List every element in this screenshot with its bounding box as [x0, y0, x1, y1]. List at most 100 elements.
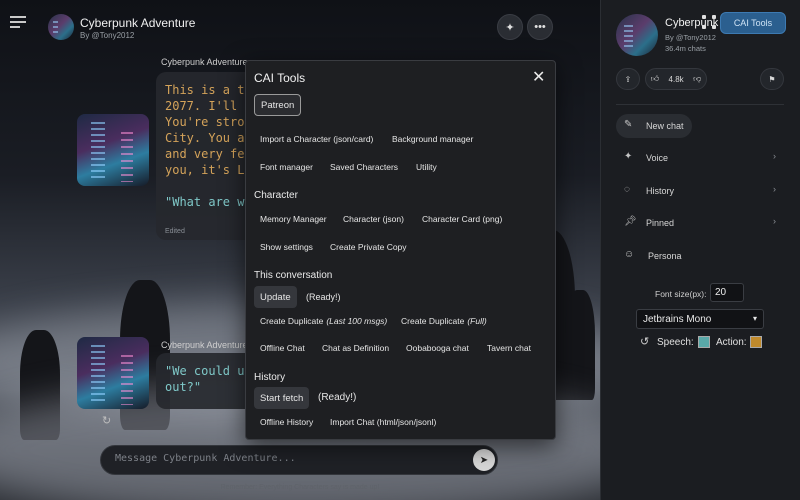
message-avatar[interactable]	[77, 337, 149, 409]
thumbs-down-icon[interactable]: 👎︎	[693, 74, 701, 84]
new-chat-button[interactable]: ✎ New chat	[616, 114, 692, 138]
font-size-input[interactable]	[710, 283, 744, 302]
share-icon: ⇪	[624, 74, 632, 84]
message-line: "What are w	[165, 195, 245, 209]
message-line: you, it's L	[165, 163, 245, 177]
character-title: Cyberpunk Adventure	[80, 16, 196, 30]
message-line: 2077. I'll	[165, 99, 238, 113]
memory-manager-button[interactable]: Memory Manager	[254, 208, 333, 230]
utility-button[interactable]: Utility	[410, 156, 443, 178]
more-options-button[interactable]: •••	[527, 14, 553, 40]
character-avatar[interactable]	[48, 14, 74, 40]
edit-icon: ✎	[624, 119, 633, 130]
reset-colors-icon[interactable]: ↺	[640, 335, 649, 348]
hamburger-menu-icon[interactable]	[10, 16, 26, 30]
history-section-heading: History	[254, 372, 286, 383]
new-chat-label: New chat	[646, 121, 684, 131]
cai-tools-modal: CAI Tools ✕ Patreon Import a Character (…	[245, 60, 556, 440]
modal-title: CAI Tools	[254, 71, 306, 85]
persona-label: Persona	[648, 251, 682, 261]
character-card-button[interactable]: Character Card (png)	[416, 208, 508, 230]
history-menu-item[interactable]: ◌ History ›	[616, 179, 784, 203]
message-line: out?"	[165, 380, 202, 394]
voice-label: Voice	[646, 153, 669, 163]
import-character-button[interactable]: Import a Character (json/card)	[254, 128, 379, 150]
voice-call-button[interactable]: ✦	[497, 14, 523, 40]
speech-color-picker[interactable]	[698, 336, 710, 348]
font-size-label: Font size(px):	[655, 289, 707, 299]
message-line: and very fe	[165, 147, 245, 161]
history-label: History	[646, 186, 675, 196]
phone-sparkle-icon: ✦	[505, 21, 515, 34]
chevron-down-icon: ▾	[752, 314, 757, 323]
like-count: 4.8k	[668, 74, 684, 84]
thumbs-up-icon[interactable]: 👍︎	[651, 74, 659, 84]
background-manager-button[interactable]: Background manager	[386, 128, 479, 150]
close-icon[interactable]: ✕	[532, 67, 545, 87]
font-family-value: Jetbrains Mono	[643, 314, 712, 325]
voice-menu-item[interactable]: ✦ Voice ›	[616, 146, 784, 170]
divider	[616, 104, 784, 105]
message-line: You're stro	[165, 115, 245, 129]
message-composer: ➤	[100, 445, 498, 475]
chevron-right-icon: ›	[773, 184, 776, 194]
panel-character-avatar[interactable]	[616, 14, 658, 56]
message-avatar[interactable]	[77, 114, 149, 186]
pinned-menu-item[interactable]: 📌︎ Pinned ›	[616, 211, 784, 235]
offline-history-button[interactable]: Offline History	[254, 411, 319, 433]
history-icon: ◌	[624, 184, 630, 195]
character-author[interactable]: By @Tony2012	[80, 31, 134, 40]
tavern-chat-button[interactable]: Tavern chat	[481, 337, 537, 359]
message-author-name: Cyberpunk Adventure	[161, 340, 248, 350]
chevron-right-icon: ›	[773, 216, 776, 226]
more-dots-icon: •••	[534, 21, 546, 33]
patreon-button[interactable]: Patreon	[254, 94, 302, 116]
send-button[interactable]: ➤	[473, 449, 495, 471]
like-dislike-group[interactable]: 👍︎ 4.8k 👎︎	[645, 68, 707, 90]
create-duplicate-full-button[interactable]: Create Duplicate (Full)	[395, 310, 493, 332]
start-fetch-button[interactable]: Start fetch	[254, 387, 310, 409]
font-manager-button[interactable]: Font manager	[254, 156, 319, 178]
saved-characters-button[interactable]: Saved Characters	[324, 156, 404, 178]
create-duplicate-label: Create Duplicate	[260, 316, 324, 326]
create-duplicate-label: Create Duplicate	[401, 316, 465, 326]
show-settings-button[interactable]: Show settings	[254, 236, 319, 258]
grid-dots-icon[interactable]	[700, 13, 718, 31]
report-button[interactable]: ⚑	[760, 68, 784, 90]
message-input[interactable]	[115, 453, 455, 464]
update-button[interactable]: Update	[254, 286, 297, 308]
character-json-button[interactable]: Character (json)	[337, 208, 410, 230]
message-line: "We could u	[165, 364, 245, 378]
font-family-select[interactable]: Jetbrains Mono ▾	[636, 309, 764, 329]
chat-count: 36.4m chats	[665, 44, 706, 53]
cai-tools-button[interactable]: CAI Tools	[720, 12, 786, 34]
message-line: City. You a	[165, 131, 245, 145]
chevron-right-icon: ›	[773, 151, 776, 161]
create-private-copy-button[interactable]: Create Private Copy	[324, 236, 413, 258]
import-chat-button[interactable]: Import Chat (html/json/jsonl)	[324, 411, 442, 433]
oobabooga-chat-button[interactable]: Oobabooga chat	[400, 337, 475, 359]
action-color-label: Action:	[716, 337, 747, 348]
share-button[interactable]: ⇪	[616, 68, 640, 90]
message-line: This is a t	[165, 83, 245, 97]
fetch-status: (Ready!)	[318, 392, 357, 403]
chat-as-definition-button[interactable]: Chat as Definition	[316, 337, 395, 359]
conversation-section-heading: This conversation	[254, 270, 333, 281]
chat-header: Cyberpunk Adventure By @Tony2012 ✦ •••	[0, 0, 600, 52]
persona-menu-item[interactable]: ☺ Persona	[616, 244, 784, 268]
duplicate-scope-note: (Full)	[467, 316, 487, 326]
update-status: (Ready!)	[306, 292, 341, 302]
offline-chat-button[interactable]: Offline Chat	[254, 337, 311, 359]
regenerate-icon[interactable]: ↻	[102, 414, 111, 427]
zombie-silhouette	[565, 290, 595, 400]
edited-label: Edited	[165, 228, 185, 235]
character-section-heading: Character	[254, 190, 298, 201]
panel-character-author[interactable]: By @Tony2012	[665, 33, 716, 42]
send-arrow-icon: ➤	[479, 454, 489, 466]
message-author-name: Cyberpunk Adventure	[161, 57, 248, 67]
action-color-picker[interactable]	[750, 336, 762, 348]
voice-icon: ✦	[624, 151, 633, 162]
pin-icon: 📌︎	[624, 216, 637, 227]
create-duplicate-last-button[interactable]: Create Duplicate (Last 100 msgs)	[254, 310, 393, 332]
disclaimer-text: Remember: Everything Characters say is m…	[220, 484, 380, 491]
